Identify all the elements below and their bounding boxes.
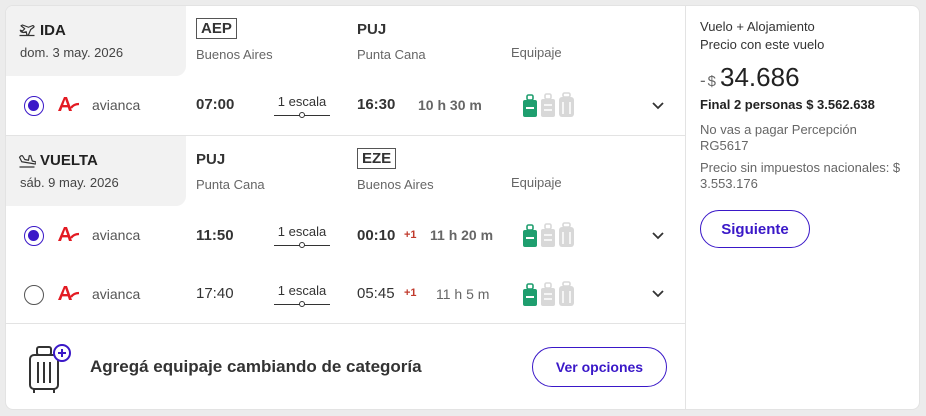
itinerary-panel: IDA dom. 3 may. 2026 AEP Buenos Aires PU… [6, 6, 686, 409]
return-label: VUELTA [18, 152, 98, 169]
price-row: - $ 34.686 [700, 62, 907, 93]
section-divider [6, 323, 686, 324]
flight-duration: 11 h 20 m [430, 227, 494, 243]
return-origin-code: PUJ [196, 151, 226, 168]
plane-landing-icon [18, 154, 36, 168]
promo-text: Agregá equipaje cambiando de categoría [90, 357, 422, 376]
checked-bag-icon [559, 222, 574, 247]
see-options-button[interactable]: Ver opciones [532, 347, 667, 387]
arrive-time: 16:30 [357, 96, 396, 113]
stop-dot [299, 112, 305, 118]
price-summary: Vuelo + Alojamiento Precio con este vuel… [686, 6, 919, 409]
baggage-icons [523, 222, 574, 247]
flight-card: IDA dom. 3 may. 2026 AEP Buenos Aires PU… [5, 5, 920, 410]
avianca-logo-icon [58, 97, 80, 111]
luggage-plus-icon [29, 344, 71, 393]
carry-on-icon [541, 93, 555, 117]
price-no-tax: Precio sin impuestos nacionales: $ 3.553… [700, 160, 901, 191]
airline-name: avianca [92, 286, 141, 302]
depart-time: 11:50 [196, 227, 234, 244]
plus-day-badge: +1 [404, 229, 417, 241]
checked-bag-icon [559, 281, 574, 306]
return-equipment-header: Equipaje [511, 175, 562, 190]
chevron-down-icon[interactable] [651, 231, 665, 241]
depart-time: 07:00 [196, 96, 235, 113]
flight-radio[interactable] [24, 226, 44, 246]
outbound-equipment-header: Equipaje [511, 45, 562, 60]
airline-name: avianca [92, 97, 141, 113]
plus-day-badge: +1 [404, 287, 417, 299]
airline-name: avianca [92, 227, 141, 243]
return-dest-code: EZE [357, 148, 397, 169]
return-header: VUELTA sáb. 9 may. 2026 [6, 136, 186, 206]
outbound-dest-city: Punta Cana [357, 47, 426, 62]
plane-takeoff-icon [19, 23, 35, 36]
flight-radio[interactable] [24, 96, 44, 116]
return-date: sáb. 9 may. 2026 [20, 175, 119, 190]
chevron-down-icon[interactable] [651, 289, 665, 299]
arrive-time: 00:10 [357, 227, 396, 244]
outbound-label: IDA [18, 22, 66, 39]
baggage-icons [523, 281, 574, 306]
stop-dot [299, 242, 305, 248]
personal-item-icon [523, 94, 537, 117]
arrive-time: 05:45 [357, 285, 395, 302]
price-currency: $ [707, 73, 717, 90]
flight-duration: 11 h 5 m [436, 286, 490, 302]
outbound-dest-code: PUJ [357, 21, 387, 38]
perception-note: No vas a pagar Percepción RG5617 [700, 122, 857, 153]
avianca-logo-icon [58, 227, 80, 241]
chevron-down-icon[interactable] [651, 101, 665, 111]
carry-on-icon [541, 223, 555, 247]
carry-on-icon [541, 282, 555, 306]
outbound-date: dom. 3 may. 2026 [20, 45, 124, 60]
price-sign: - [700, 71, 706, 90]
next-button[interactable]: Siguiente [700, 210, 810, 248]
summary-subtitle: Precio con este vuelo [700, 37, 825, 52]
outbound-label-text: IDA [40, 22, 66, 39]
flight-duration: 10 h 30 m [418, 97, 482, 113]
stops-label: 1 escala [277, 224, 327, 239]
baggage-icons [523, 92, 574, 117]
total-price: Final 2 personas $ 3.562.638 [700, 97, 875, 112]
flight-radio[interactable] [24, 285, 44, 305]
avianca-logo-icon [58, 286, 80, 300]
outbound-origin-code: AEP [196, 18, 237, 39]
outbound-header: IDA dom. 3 may. 2026 [6, 6, 186, 76]
outbound-origin-city: Buenos Aires [196, 47, 273, 62]
return-dest-city: Buenos Aires [357, 177, 434, 192]
stop-dot [299, 301, 305, 307]
return-label-text: VUELTA [40, 152, 98, 169]
checked-bag-icon [559, 92, 574, 117]
stops-label: 1 escala [277, 94, 327, 109]
price-value: 34.686 [720, 62, 800, 92]
stops-label: 1 escala [277, 283, 327, 298]
depart-time: 17:40 [196, 285, 234, 302]
personal-item-icon [523, 283, 537, 306]
summary-title: Vuelo + Alojamiento [700, 19, 815, 34]
personal-item-icon [523, 224, 537, 247]
return-origin-city: Punta Cana [196, 177, 265, 192]
